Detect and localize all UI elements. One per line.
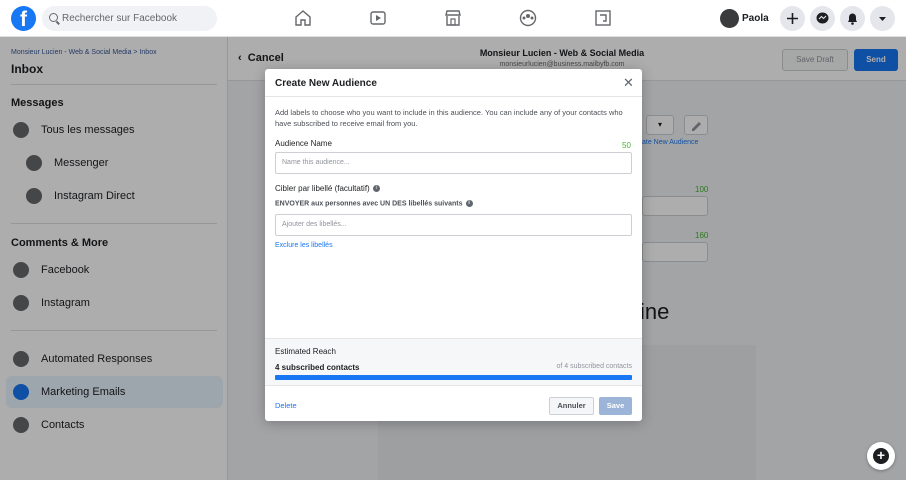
dialog-header: Create New Audience ✕: [265, 69, 642, 97]
notifications-icon: [848, 13, 857, 25]
target-sub-text: ENVOYER aux personnes avec UN DES libell…: [275, 200, 463, 208]
account-menu-button[interactable]: [870, 6, 895, 31]
estimated-reach-label: Estimated Reach: [275, 347, 336, 356]
plus-icon: [787, 13, 798, 24]
plus-icon: +: [873, 448, 889, 464]
messenger-button[interactable]: [810, 6, 835, 31]
watch-icon[interactable]: [369, 9, 387, 27]
gaming-icon[interactable]: [594, 9, 612, 27]
dialog-description: Add labels to choose who you want to inc…: [275, 108, 623, 128]
top-navigation-bar: f Rechercher sur Facebook Paola: [0, 0, 906, 37]
notifications-button[interactable]: [840, 6, 865, 31]
create-audience-dialog: Create New Audience ✕ Add labels to choo…: [265, 69, 642, 421]
estimated-reach-section: Estimated Reach 4 subscribed contacts of…: [265, 338, 642, 386]
info-icon[interactable]: i: [465, 200, 473, 207]
subscribed-contacts-count: 4 subscribed contacts: [275, 363, 360, 372]
total-contacts: of 4 subscribed contacts: [556, 363, 633, 370]
target-label: Cibler par libellé (facultatif) i: [275, 184, 380, 193]
audience-name-input[interactable]: Name this audience...: [275, 152, 632, 174]
groups-icon[interactable]: [519, 9, 537, 27]
chevron-down-icon: [879, 17, 886, 21]
target-label-text: Cibler par libellé (facultatif): [275, 184, 370, 193]
profile-button[interactable]: Paola: [720, 8, 769, 29]
search-input[interactable]: Rechercher sur Facebook: [42, 6, 217, 31]
messenger-icon: [816, 12, 829, 24]
new-message-button[interactable]: +: [867, 442, 895, 470]
audience-name-label: Audience Name: [275, 139, 332, 148]
facebook-logo[interactable]: f: [11, 6, 36, 31]
labels-input[interactable]: Ajouter des libellés...: [275, 214, 632, 236]
search-icon: [49, 13, 58, 22]
exclude-labels-link[interactable]: Exclure les libellés: [275, 242, 333, 249]
profile-name: Paola: [742, 13, 769, 24]
reach-progress-fill: [275, 375, 632, 380]
save-button[interactable]: Save: [599, 397, 632, 415]
target-sub-label: ENVOYER aux personnes avec UN DES libell…: [275, 200, 473, 207]
search-placeholder: Rechercher sur Facebook: [62, 13, 178, 24]
dialog-title: Create New Audience: [275, 78, 377, 89]
cancel-button[interactable]: Annuler: [549, 397, 594, 415]
delete-button[interactable]: Delete: [275, 401, 297, 410]
close-icon[interactable]: ✕: [623, 75, 634, 91]
marketplace-icon[interactable]: [444, 9, 462, 27]
reach-progress-bar: [275, 375, 632, 380]
info-icon[interactable]: i: [372, 185, 380, 193]
home-icon[interactable]: [294, 9, 312, 27]
plus-button[interactable]: [780, 6, 805, 31]
avatar: [720, 9, 739, 28]
audience-name-count: 50: [622, 141, 631, 150]
